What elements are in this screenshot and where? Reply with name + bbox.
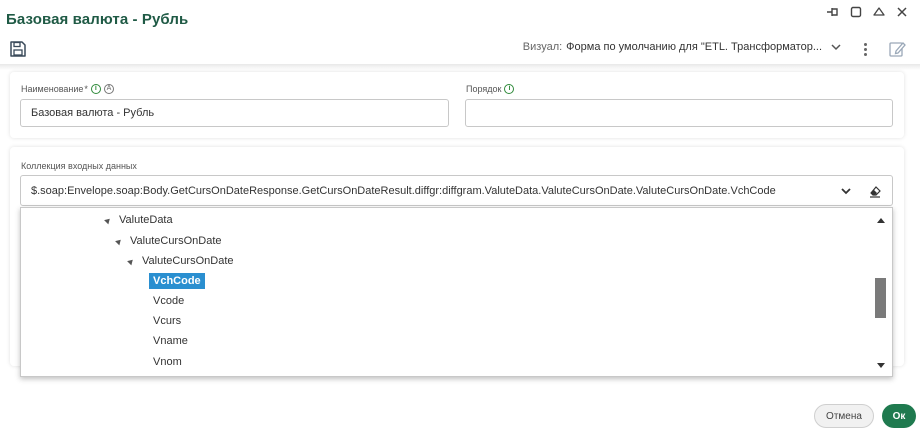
expand-triangle-icon[interactable]	[115, 237, 123, 245]
close-icon[interactable]	[894, 4, 910, 20]
clear-icon[interactable]	[868, 184, 882, 198]
tree-node[interactable]: ValuteData	[104, 212, 173, 228]
collection-tree-dropdown[interactable]: ValuteData ValuteCursOnDate ValuteCursOn…	[20, 207, 893, 377]
scroll-down-icon[interactable]	[877, 363, 885, 368]
visual-label: Визуал:	[522, 41, 563, 53]
tree-leaf[interactable]: Vcode	[153, 293, 184, 309]
localization-icon[interactable]: A	[103, 84, 114, 94]
collection-value: $.soap:Envelope.soap:Body.GetCursOnDateR…	[31, 184, 776, 197]
scroll-thumb[interactable]	[875, 278, 886, 318]
tree-leaf[interactable]: Vcurs	[153, 313, 181, 329]
tree-leaf[interactable]: Vnom	[153, 354, 182, 370]
window-controls	[825, 4, 910, 20]
order-input[interactable]	[465, 99, 893, 127]
visual-value: Форма по умолчанию для "ETL. Трансформат…	[566, 41, 822, 53]
cancel-button[interactable]: Отмена	[814, 404, 874, 428]
window-title: Базовая валюта - Рубль	[6, 11, 189, 28]
tree-node[interactable]: ValuteCursOnDate	[115, 233, 222, 249]
name-input[interactable]: Базовая валюта - Рубль	[20, 99, 449, 127]
collection-combobox[interactable]: $.soap:Envelope.soap:Body.GetCursOnDateR…	[20, 175, 893, 206]
tree-scrollbar[interactable]	[874, 214, 886, 372]
toolbar-divider	[0, 64, 920, 70]
more-options-icon[interactable]	[860, 40, 870, 58]
expand-triangle-icon[interactable]	[104, 216, 112, 224]
tree-leaf-selected[interactable]: VchCode	[149, 273, 205, 289]
expand-triangle-icon[interactable]	[127, 257, 135, 265]
save-icon[interactable]	[9, 40, 27, 58]
visual-selector[interactable]: Визуал: Форма по умолчанию для "ETL. Тра…	[523, 41, 842, 53]
maximize-icon[interactable]	[848, 4, 864, 20]
collapse-icon[interactable]	[871, 4, 887, 20]
chevron-down-icon[interactable]	[840, 185, 852, 197]
tree-node[interactable]: ValuteCursOnDate	[127, 253, 234, 269]
ok-button[interactable]: Ок	[882, 404, 916, 428]
info-icon[interactable]: i	[90, 84, 101, 94]
tree-leaf[interactable]: Vname	[153, 333, 188, 349]
scroll-up-icon[interactable]	[877, 218, 885, 223]
edit-icon[interactable]	[888, 40, 906, 58]
pin-icon[interactable]	[825, 4, 841, 20]
collection-field-label: Коллекция входных данных	[21, 161, 137, 171]
name-field-label: Наименование * i A	[21, 84, 114, 94]
info-icon[interactable]: i	[504, 84, 515, 94]
order-field-label: Порядок i	[466, 84, 515, 94]
chevron-down-icon[interactable]	[830, 41, 842, 53]
